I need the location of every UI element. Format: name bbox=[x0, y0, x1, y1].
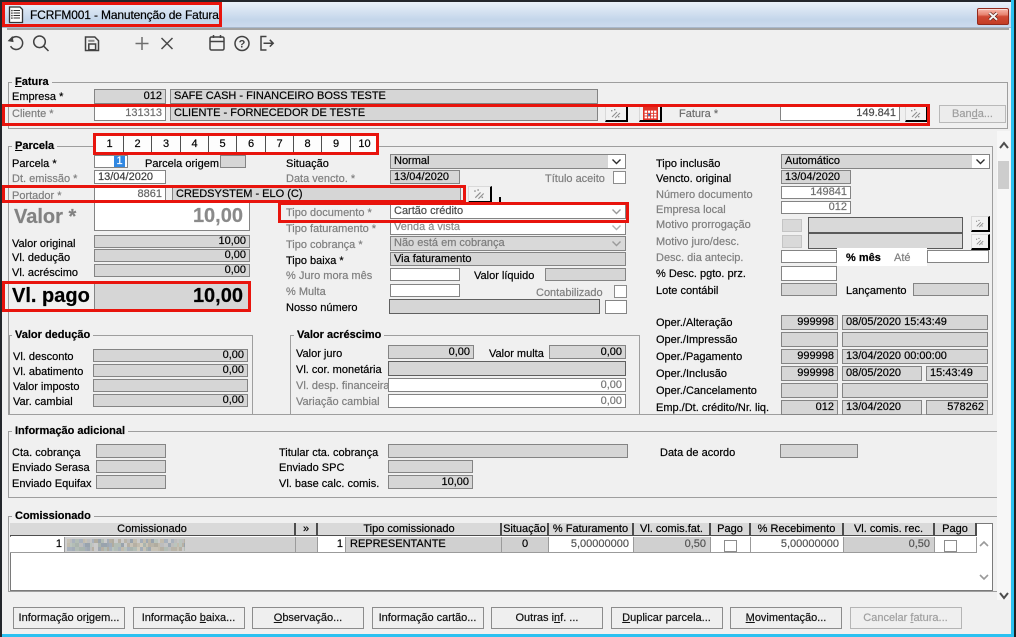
svg-text:?: ? bbox=[239, 39, 246, 51]
